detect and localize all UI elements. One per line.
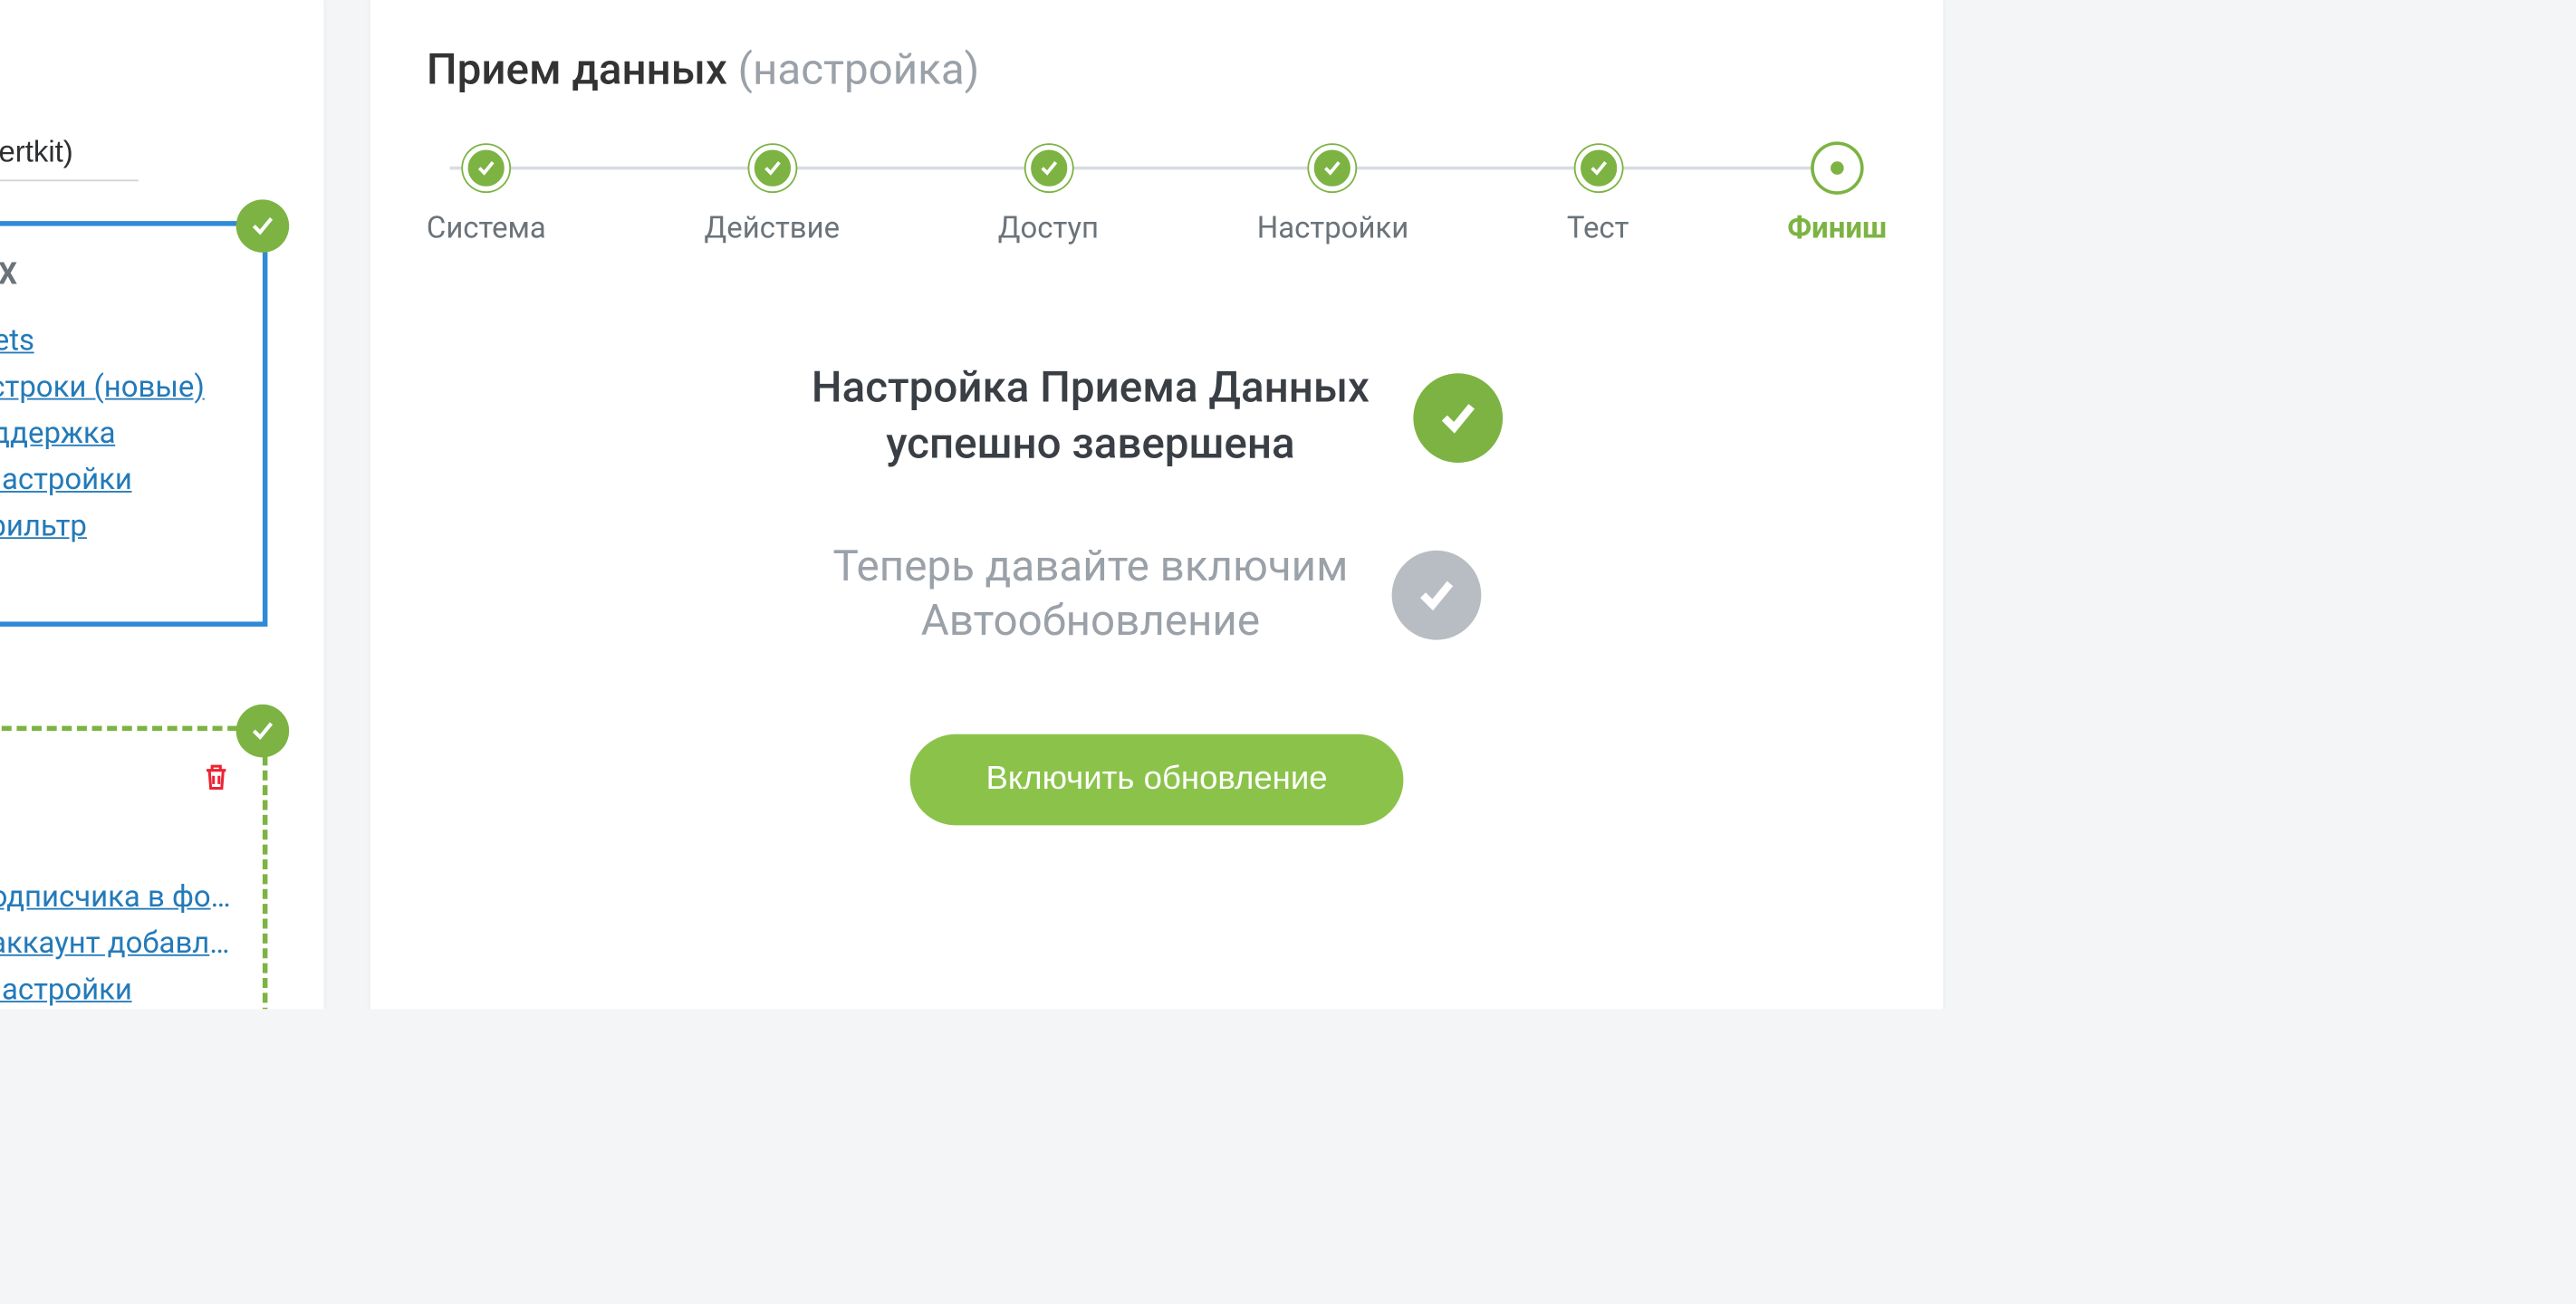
autoupdate-badge	[1391, 551, 1481, 641]
step-Финиш[interactable]: Финиш	[1787, 145, 1887, 246]
trash-icon[interactable]	[199, 762, 233, 803]
config-row: Настройкиизменить настройки	[0, 457, 233, 503]
success-badge	[1412, 373, 1502, 463]
check-icon	[1310, 145, 1356, 191]
check-icon	[463, 145, 509, 191]
row-value[interactable]: ConvertKit (аккаунт добавлен)	[0, 922, 233, 968]
step-label: Настройки	[1257, 211, 1408, 245]
config-row: СистемаConvertKit	[0, 829, 233, 876]
row-value[interactable]: Добавить подписчика в форму	[0, 876, 233, 922]
config-row: ДоступConvertKit (аккаунт добавлен)	[0, 922, 233, 968]
step-Тест[interactable]: Тест	[1567, 145, 1629, 246]
left-heading: Название связи	[0, 45, 267, 95]
source-heading: ИСТОЧНИК ДАННЫХ	[0, 256, 18, 291]
row-value[interactable]: Google Sheets	[0, 319, 34, 365]
row-value[interactable]: изменить настройки	[0, 457, 132, 503]
connection-name-input[interactable]	[0, 125, 139, 181]
check-icon	[749, 145, 795, 191]
check-icon	[236, 705, 289, 758]
step-label: Тест	[1567, 211, 1629, 245]
row-value[interactable]: Загрузить строки (новые)	[0, 365, 205, 411]
row-value[interactable]: Support Поддержка	[0, 411, 116, 457]
step-label: Доступ	[998, 211, 1099, 245]
step-Действие[interactable]: Действие	[705, 145, 840, 246]
autoupdate-text: Теперь давайте включимАвтообновление	[832, 540, 1348, 652]
step-label: Система	[427, 211, 546, 245]
config-row: СистемаGoogle Sheets	[0, 319, 233, 365]
config-row: ДействиеЗагрузить строки (новые)	[0, 365, 233, 411]
enable-update-button[interactable]: Включить обновление	[909, 734, 1403, 826]
config-row: Фильтризменить фильтр	[0, 503, 233, 550]
right-panel: Прием данных (настройка) Система Действие…	[370, 0, 1944, 1009]
success-text: Настройка Приема Данныхуспешно завершена	[812, 361, 1370, 474]
left-panel: Название связи 1ИСТОЧНИК ДАННЫХ СистемаG…	[0, 0, 324, 1009]
step-Настройки[interactable]: Настройки	[1257, 145, 1408, 246]
step-label: Финиш	[1787, 211, 1887, 245]
step-Доступ[interactable]: Доступ	[998, 145, 1099, 246]
row-value[interactable]: изменить фильтр	[0, 503, 87, 550]
row-value[interactable]: изменить настройки	[0, 968, 132, 1010]
config-row: Настройкиизменить настройки	[0, 968, 233, 1010]
config-row: ДействиеДобавить подписчика в форму	[0, 876, 233, 922]
right-heading: Прием данных (настройка)	[427, 45, 1887, 95]
source-block[interactable]: 1ИСТОЧНИК ДАННЫХ СистемаGoogle SheetsДей…	[0, 221, 267, 627]
config-row: Тестпроверить	[0, 550, 233, 596]
config-row: ДоступSupport Поддержка	[0, 411, 233, 457]
check-icon	[1025, 145, 1072, 191]
step-Система[interactable]: Система	[427, 145, 546, 246]
step-current-icon	[1814, 145, 1860, 191]
stepper: Система Действие Доступ Настройки Тест Финиш	[427, 145, 1887, 246]
step-label: Действие	[705, 211, 840, 245]
check-icon	[236, 199, 289, 252]
check-icon	[1575, 145, 1621, 191]
dest-block[interactable]: 2 ПРИЕМ ДАННЫХ СистемаConvertKitДействие…	[0, 726, 267, 1009]
